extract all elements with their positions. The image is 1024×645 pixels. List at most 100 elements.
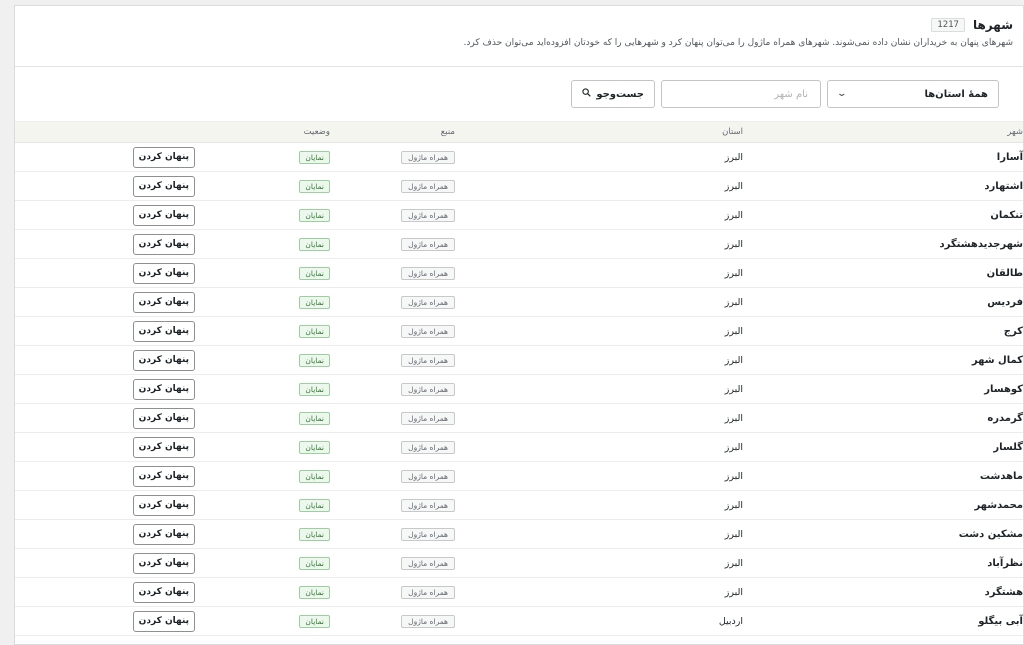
status-cell: نمایان — [195, 556, 330, 570]
city-name: ماهدشت — [979, 470, 1023, 482]
status-cell: نمایان — [195, 150, 330, 164]
table-row: کوهسار البرز همراه ماژول نمایان پنهان کردن — [15, 375, 1023, 404]
search-button[interactable]: جست‌وجو — [571, 80, 655, 108]
status-cell: نمایان — [195, 382, 330, 396]
search-button-label: جست‌وجو — [596, 88, 644, 100]
status-cell: نمایان — [195, 266, 330, 280]
source-cell: همراه ماژول — [330, 266, 455, 280]
action-cell: پنهان کردن — [15, 465, 195, 487]
hide-button[interactable]: پنهان کردن — [132, 610, 195, 632]
hide-button[interactable]: پنهان کردن — [132, 175, 195, 197]
table-row: کمال شهر البرز همراه ماژول نمایان پنهان کردن — [15, 346, 1023, 375]
table-row: گلسار البرز همراه ماژول نمایان پنهان کردن — [15, 433, 1023, 462]
hide-button[interactable]: پنهان کردن — [132, 581, 195, 603]
filter-bar: همهٔ استان‌ها ⌄ جست‌وجو — [15, 67, 1023, 122]
table-row: نظرآباد البرز همراه ماژول نمایان پنهان کردن — [15, 549, 1023, 578]
source-cell: همراه ماژول — [330, 295, 455, 309]
status-cell: نمایان — [195, 498, 330, 512]
source-cell: همراه ماژول — [330, 556, 455, 570]
hide-button[interactable]: پنهان کردن — [132, 436, 195, 458]
status-cell: نمایان — [195, 527, 330, 541]
province-name: البرز — [724, 470, 743, 482]
city-name: هشتگرد — [984, 586, 1023, 598]
status-cell: نمایان — [195, 353, 330, 367]
action-cell: پنهان کردن — [15, 204, 195, 226]
province-name: البرز — [724, 180, 743, 192]
table-row: آسارا البرز همراه ماژول نمایان پنهان کردن — [15, 143, 1023, 172]
source-badge: همراه ماژول — [401, 354, 455, 367]
action-cell: پنهان کردن — [15, 233, 195, 255]
province-name: البرز — [724, 151, 743, 163]
hide-button[interactable]: پنهان کردن — [132, 320, 195, 342]
status-badge: نمایان — [299, 296, 330, 309]
action-cell: پنهان کردن — [15, 494, 195, 516]
table-row: آبی بیگلو اردبیل همراه ماژول نمایان پنهان کر… — [15, 607, 1023, 636]
action-cell: پنهان کردن — [15, 378, 195, 400]
status-badge: نمایان — [299, 180, 330, 193]
city-name: شهرجدیدهشتگرد — [939, 238, 1023, 250]
table-row: ماهدشت البرز همراه ماژول نمایان پنهان کردن — [15, 462, 1023, 491]
column-header-source: منبع — [440, 127, 455, 137]
province-select[interactable]: همهٔ استان‌ها ⌄ — [827, 80, 999, 108]
status-badge: نمایان — [299, 354, 330, 367]
action-cell: پنهان کردن — [15, 320, 195, 342]
action-cell: پنهان کردن — [15, 146, 195, 168]
province-name: البرز — [724, 296, 743, 308]
status-cell: نمایان — [195, 585, 330, 599]
hide-button[interactable]: پنهان کردن — [132, 407, 195, 429]
source-badge: همراه ماژول — [401, 180, 455, 193]
action-cell: پنهان کردن — [15, 407, 195, 429]
city-name: کوهسار — [984, 383, 1023, 395]
action-cell: پنهان کردن — [15, 349, 195, 371]
table-row: محمدشهر البرز همراه ماژول نمایان پنهان کردن — [15, 491, 1023, 520]
table-row: گرمدره البرز همراه ماژول نمایان پنهان کردن — [15, 404, 1023, 433]
status-badge: نمایان — [299, 470, 330, 483]
province-name: البرز — [724, 267, 743, 279]
hide-button[interactable]: پنهان کردن — [132, 349, 195, 371]
status-badge: نمایان — [299, 209, 330, 222]
source-badge: همراه ماژول — [401, 412, 455, 425]
source-cell: همراه ماژول — [330, 179, 455, 193]
source-badge: همراه ماژول — [401, 470, 455, 483]
hide-button[interactable]: پنهان کردن — [132, 233, 195, 255]
action-cell: پنهان کردن — [15, 610, 195, 632]
city-name: نظرآباد — [987, 557, 1023, 569]
hide-button[interactable]: پنهان کردن — [132, 146, 195, 168]
hide-button[interactable]: پنهان کردن — [132, 494, 195, 516]
city-name: فردیس — [987, 296, 1023, 308]
province-name: البرز — [724, 528, 743, 540]
status-badge: نمایان — [299, 267, 330, 280]
status-badge: نمایان — [299, 412, 330, 425]
table-row: شهرجدیدهشتگرد البرز همراه ماژول نمایان پنهان… — [15, 230, 1023, 259]
hide-button[interactable]: پنهان کردن — [132, 378, 195, 400]
column-header-province: استان — [722, 127, 743, 137]
source-badge: همراه ماژول — [401, 267, 455, 280]
source-cell: همراه ماژول — [330, 498, 455, 512]
city-name: کمال شهر — [971, 354, 1023, 366]
source-cell: همراه ماژول — [330, 411, 455, 425]
city-name-input[interactable] — [661, 80, 821, 108]
action-cell: پنهان کردن — [15, 175, 195, 197]
city-name: آبی بیگلو — [978, 615, 1023, 627]
hide-button[interactable]: پنهان کردن — [132, 523, 195, 545]
province-select-value: همهٔ استان‌ها — [924, 88, 988, 100]
hide-button[interactable]: پنهان کردن — [132, 262, 195, 284]
status-cell: نمایان — [195, 208, 330, 222]
source-badge: همراه ماژول — [401, 325, 455, 338]
source-badge: همراه ماژول — [401, 615, 455, 628]
hide-button[interactable]: پنهان کردن — [132, 204, 195, 226]
status-cell: نمایان — [195, 295, 330, 309]
hide-button[interactable]: پنهان کردن — [132, 465, 195, 487]
source-badge: همراه ماژول — [401, 557, 455, 570]
action-cell: پنهان کردن — [15, 552, 195, 574]
table-header: شهر استان منبع وضعیت — [15, 122, 1023, 143]
source-badge: همراه ماژول — [401, 151, 455, 164]
status-badge: نمایان — [299, 499, 330, 512]
cities-panel: شهرها 1217 شهرهای پنهان به خریداران نشان… — [14, 5, 1024, 645]
city-name: محمدشهر — [974, 499, 1023, 511]
hide-button[interactable]: پنهان کردن — [132, 552, 195, 574]
status-badge: نمایان — [299, 586, 330, 599]
city-name: مشکین دشت — [958, 528, 1023, 540]
page-title: شهرها — [972, 18, 1013, 32]
hide-button[interactable]: پنهان کردن — [132, 291, 195, 313]
